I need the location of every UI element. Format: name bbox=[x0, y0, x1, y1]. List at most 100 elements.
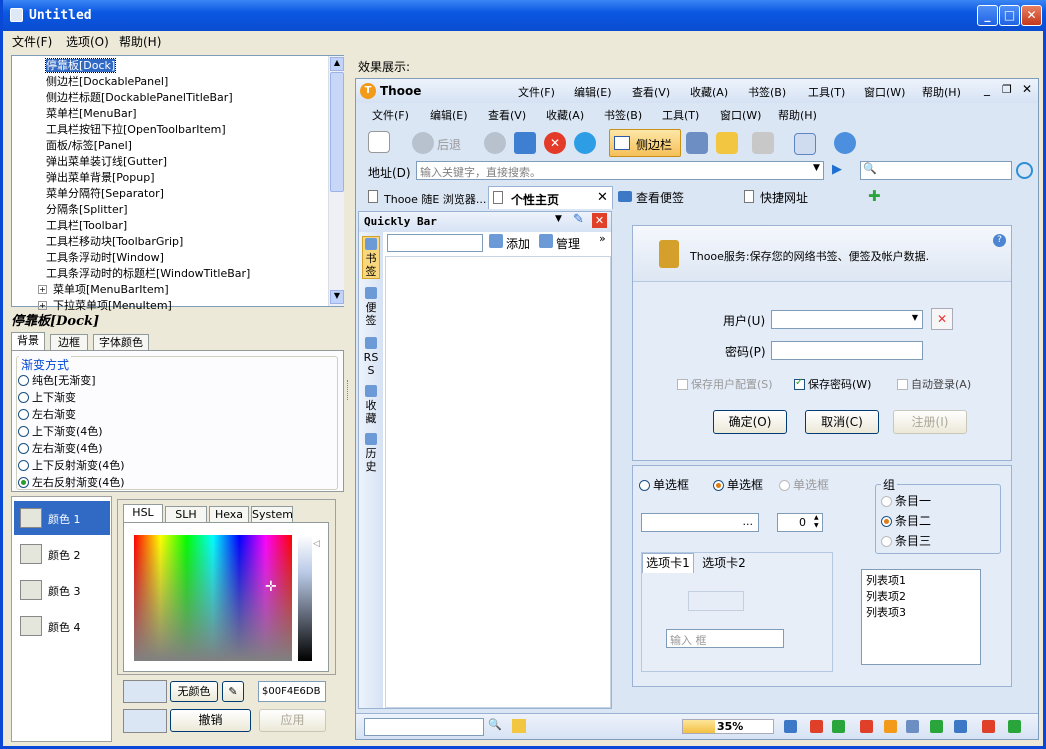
minimize-button[interactable]: _ bbox=[977, 5, 998, 26]
browser-menu-item[interactable]: 书签(B) bbox=[748, 84, 786, 100]
highlight-icon[interactable] bbox=[512, 719, 526, 733]
register-button[interactable]: 注册(I) bbox=[893, 410, 967, 434]
gradient-option[interactable]: 左右反射渐变(4色) bbox=[18, 474, 125, 491]
browser-restore-icon[interactable]: ❐ bbox=[1002, 83, 1012, 96]
color-slot[interactable]: 颜色 4 bbox=[14, 609, 110, 643]
side-tab-0[interactable]: 书签 bbox=[362, 236, 380, 279]
status-search-input[interactable] bbox=[364, 718, 484, 736]
gradient-option[interactable]: 左右渐变(4色) bbox=[18, 440, 125, 457]
browser-menu2-item[interactable]: 查看(V) bbox=[488, 107, 526, 123]
tree-item[interactable]: 菜单栏[MenuBar] bbox=[20, 106, 328, 122]
group-radio-1[interactable]: 条目二 bbox=[881, 512, 931, 529]
browse-input[interactable]: ... bbox=[641, 513, 759, 532]
browser-menu2-item[interactable]: 窗口(W) bbox=[720, 107, 761, 123]
sidebar-toggle-button[interactable]: 侧边栏 bbox=[609, 129, 681, 157]
gradient-option[interactable]: 上下反射渐变(4色) bbox=[18, 457, 125, 474]
tree-item[interactable]: 工具条浮动时的标题栏[WindowTitleBar] bbox=[20, 266, 328, 282]
search-go-icon[interactable] bbox=[1016, 162, 1033, 179]
gradient-option[interactable]: 纯色[无渐变] bbox=[18, 372, 125, 389]
element-tree[interactable]: 停靠板[Dock] 侧边栏[DockablePanel] 侧边栏标题[Dockabl… bbox=[11, 55, 344, 312]
browser-menu-item[interactable]: 工具(T) bbox=[808, 84, 845, 100]
password-input[interactable] bbox=[771, 341, 923, 360]
status-tool-icon[interactable] bbox=[954, 720, 967, 733]
quickbar-manage[interactable]: 管理 bbox=[556, 235, 580, 252]
close-button[interactable]: ✕ bbox=[1021, 5, 1042, 26]
side-tab-1[interactable]: 便签 bbox=[362, 286, 380, 327]
card-tab-2[interactable]: 选项卡2 bbox=[698, 555, 750, 573]
mail-icon[interactable] bbox=[794, 133, 816, 155]
slider-arrow-icon[interactable]: ◁ bbox=[313, 539, 320, 549]
pin-icon[interactable]: ✎ bbox=[573, 212, 584, 227]
quickbar-input[interactable] bbox=[387, 234, 483, 252]
list-box[interactable]: 列表项1 列表项2 列表项3 bbox=[861, 569, 981, 665]
list-item[interactable]: 列表项1 bbox=[866, 572, 976, 588]
browser-menu-item[interactable]: 查看(V) bbox=[632, 84, 670, 100]
browser-close-icon[interactable]: ✕ bbox=[1022, 82, 1032, 96]
side-tab-2[interactable]: RSS bbox=[362, 336, 380, 377]
tree-item[interactable]: 工具栏[Toolbar] bbox=[20, 218, 328, 234]
quickbar-add[interactable]: 添加 bbox=[506, 235, 530, 252]
manage-icon[interactable] bbox=[539, 234, 553, 248]
apply-button[interactable]: 应用 bbox=[259, 709, 326, 732]
color-slot[interactable]: 颜色 3 bbox=[14, 573, 110, 607]
browser-minimize-icon[interactable]: _ bbox=[984, 82, 990, 96]
status-tool-icon[interactable] bbox=[884, 720, 897, 733]
list-item[interactable]: 列表项2 bbox=[866, 588, 976, 604]
tree-item[interactable]: 菜单分隔符[Separator] bbox=[20, 186, 328, 202]
status-tool-icon[interactable] bbox=[860, 720, 873, 733]
tree-scrollbar[interactable]: ▲ ▼ bbox=[328, 56, 344, 306]
group-radio-2[interactable]: 条目三 bbox=[881, 532, 931, 549]
browser-menu2-item[interactable]: 工具(T) bbox=[662, 107, 699, 123]
back-label[interactable]: 后退 bbox=[437, 136, 461, 153]
quickbar-list[interactable] bbox=[385, 256, 611, 708]
text-input[interactable]: 输入 框 bbox=[666, 629, 784, 648]
title-bar[interactable]: Untitled _ □ ✕ bbox=[3, 0, 1046, 31]
ok-button[interactable]: 确定(O) bbox=[713, 410, 787, 434]
tree-item[interactable]: + 菜单项[MenuBarItem] bbox=[20, 282, 328, 298]
browser-menu-item[interactable]: 帮助(H) bbox=[922, 84, 961, 100]
gradient-option[interactable]: 上下渐变 bbox=[18, 389, 125, 406]
tree-item[interactable]: 侧边栏标题[DockablePanelTitleBar] bbox=[20, 90, 328, 106]
status-tool-icon[interactable] bbox=[906, 720, 919, 733]
refresh-icon[interactable] bbox=[574, 132, 596, 154]
expand-icon[interactable]: + bbox=[38, 301, 47, 310]
status-tool-icon[interactable] bbox=[982, 720, 995, 733]
clean-icon[interactable] bbox=[716, 132, 738, 154]
browser-menu-item[interactable]: 收藏(A) bbox=[690, 84, 728, 100]
new-page-icon[interactable] bbox=[368, 131, 390, 153]
tree-item[interactable]: 工具条浮动时[Window] bbox=[20, 250, 328, 266]
home-icon[interactable] bbox=[514, 132, 536, 154]
new-tab-icon[interactable]: ✚ bbox=[868, 187, 881, 205]
browser-menu-item[interactable]: 编辑(E) bbox=[574, 84, 612, 100]
chevron-right-icon[interactable]: » bbox=[599, 232, 606, 245]
tree-item[interactable]: 弹出菜单装订线[Gutter] bbox=[20, 154, 328, 170]
browser-menu2-item[interactable]: 收藏(A) bbox=[546, 107, 584, 123]
browser-menu-item[interactable]: 文件(F) bbox=[518, 84, 555, 100]
browser-tab-3[interactable]: 查看便签 bbox=[636, 189, 684, 206]
tree-item[interactable]: 侧边栏[DockablePanel] bbox=[20, 74, 328, 90]
tools-icon[interactable] bbox=[752, 132, 774, 154]
address-input[interactable]: 输入关键字，直接搜索。 bbox=[416, 161, 824, 180]
save-config-check[interactable]: 保存用户配置(S) bbox=[677, 376, 773, 392]
tree-item[interactable]: 工具栏按钮下拉[OpenToolbarItem] bbox=[20, 122, 328, 138]
tree-item[interactable]: 弹出菜单背景[Popup] bbox=[20, 170, 328, 186]
tree-item[interactable]: 分隔条[Splitter] bbox=[20, 202, 328, 218]
hue-saturation-field[interactable] bbox=[134, 535, 292, 661]
status-tool-icon[interactable] bbox=[784, 720, 797, 733]
ellipsis-icon[interactable]: ... bbox=[743, 515, 754, 528]
side-tab-3[interactable]: 收藏 bbox=[362, 384, 380, 425]
forward-icon[interactable] bbox=[484, 132, 506, 154]
menu-file[interactable]: 文件(F) bbox=[12, 33, 52, 50]
hex-value-field[interactable]: $00F4E6DB bbox=[258, 681, 326, 702]
add-icon[interactable] bbox=[489, 234, 503, 248]
browser-menu-item[interactable]: 窗口(W) bbox=[864, 84, 905, 100]
scroll-down-icon[interactable]: ▼ bbox=[330, 290, 344, 304]
menu-options[interactable]: 选项(O) bbox=[66, 33, 109, 50]
list-item[interactable]: 列表项3 bbox=[866, 604, 976, 620]
disabled-button[interactable] bbox=[688, 591, 744, 611]
color-slot[interactable]: 颜色 1 bbox=[14, 501, 110, 535]
no-color-button[interactable]: 无颜色 bbox=[170, 681, 218, 702]
side-tab-4[interactable]: 历史 bbox=[362, 432, 380, 473]
browser-tab-1[interactable]: Thooe 随E 浏览器... bbox=[362, 187, 488, 208]
database-icon[interactable] bbox=[686, 132, 708, 154]
